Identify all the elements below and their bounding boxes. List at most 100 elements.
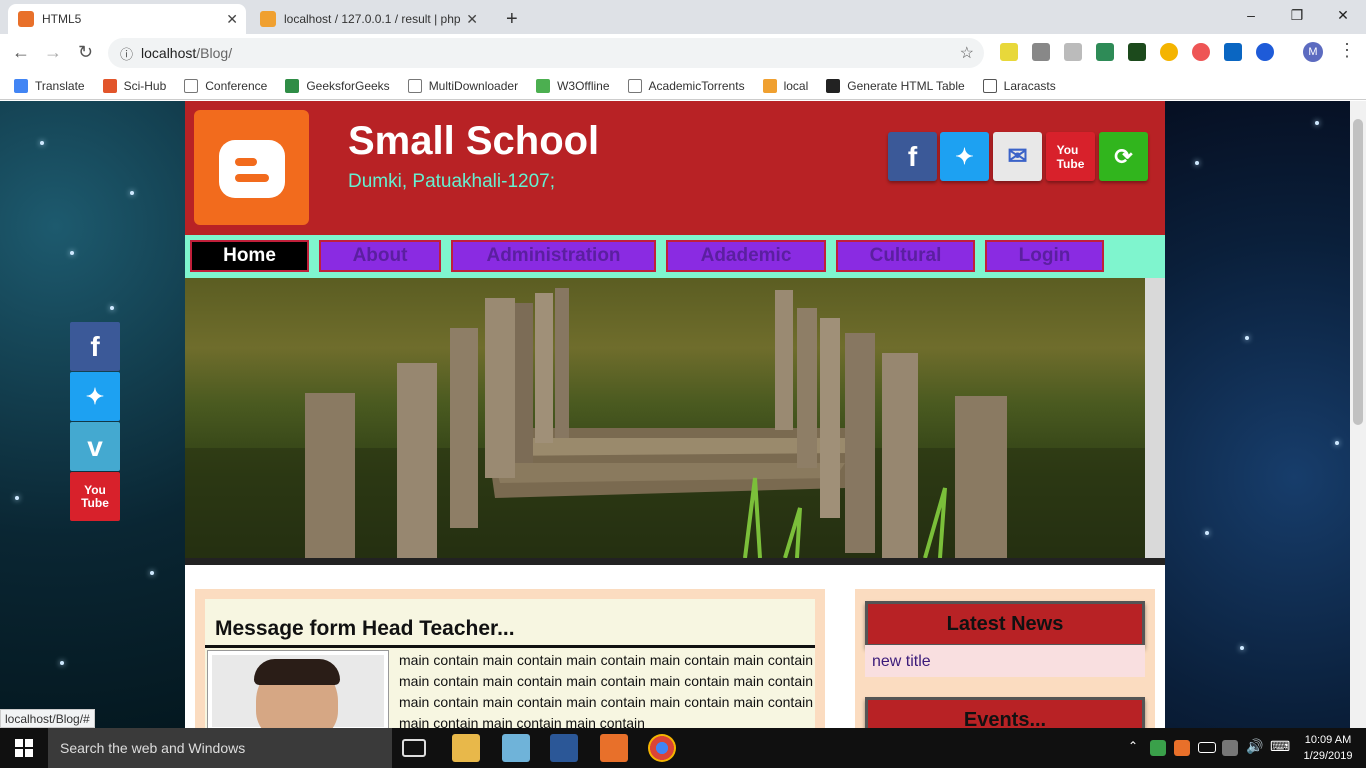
bookmark-label: Sci-Hub	[123, 78, 167, 93]
bookmark-scihub[interactable]: Sci-Hub	[102, 78, 167, 93]
bookmark-multidownloader[interactable]: MultiDownloader	[407, 78, 518, 93]
app-icon[interactable]	[502, 734, 530, 762]
taskbar-search[interactable]: Search the web and Windows	[48, 728, 392, 768]
site-page: Small School Dumki, Patuakhali-1207; f ✦…	[185, 101, 1165, 728]
sidebar: Latest News new title Events...	[855, 589, 1155, 728]
tray-icon[interactable]	[1150, 740, 1166, 756]
reload-icon[interactable]: ↻	[78, 42, 93, 63]
chrome-icon[interactable]	[648, 734, 676, 762]
logo-shape	[219, 140, 285, 198]
scrollbar-thumb[interactable]	[1353, 119, 1363, 425]
nav-login[interactable]: Login	[985, 240, 1104, 272]
vimeo-icon[interactable]: v	[70, 422, 120, 471]
close-icon[interactable]: ✕	[226, 11, 238, 28]
nav-about[interactable]: About	[319, 240, 441, 272]
maximize-icon[interactable]: ❐	[1274, 0, 1320, 30]
linkedin-extension-icon[interactable]	[1224, 43, 1242, 61]
bg-node	[1335, 441, 1339, 445]
facebook-icon[interactable]: f	[70, 322, 120, 371]
extension-icon[interactable]	[1192, 43, 1210, 61]
tab-html5[interactable]: HTML5 ✕	[8, 4, 246, 34]
youtube-icon[interactable]: You Tube	[70, 472, 120, 521]
bookmark-conference[interactable]: Conference	[184, 78, 267, 93]
bg-node	[1315, 121, 1319, 125]
facebook-icon[interactable]: f	[888, 132, 937, 181]
hair-shape	[254, 659, 340, 685]
windows-start-icon[interactable]	[0, 728, 48, 768]
xampp-icon[interactable]	[600, 734, 628, 762]
close-window-icon[interactable]: ✕	[1320, 0, 1366, 30]
divider	[205, 645, 815, 648]
bookmark-laracasts[interactable]: Laracasts	[982, 78, 1056, 93]
clock-date: 1/29/2019	[1303, 750, 1353, 762]
new-tab-button[interactable]: +	[496, 4, 526, 34]
chat-extension-icon[interactable]	[1256, 43, 1274, 61]
file-explorer-icon[interactable]	[452, 734, 480, 762]
email-icon[interactable]: ✉	[993, 132, 1042, 181]
chevron-up-icon[interactable]: ⌃	[1128, 739, 1138, 753]
message-panel: Message form Head Teacher... main contai…	[205, 599, 815, 728]
back-arrow-icon[interactable]: ←	[12, 42, 30, 63]
profile-avatar[interactable]: M	[1303, 42, 1323, 62]
extension-icon[interactable]	[1064, 43, 1082, 61]
logo-line	[235, 174, 269, 182]
nav-home[interactable]: Home	[190, 240, 309, 272]
task-view-icon[interactable]	[402, 739, 426, 757]
bookmark-local[interactable]: local	[762, 78, 808, 93]
bookmark-academictorrents[interactable]: AcademicTorrents	[627, 78, 745, 93]
close-icon[interactable]: ✕	[466, 11, 478, 28]
twitter-icon[interactable]: ✦	[940, 132, 989, 181]
windows-logo	[15, 739, 33, 757]
forward-arrow-icon[interactable]: →	[44, 42, 62, 63]
bg-node	[60, 661, 64, 665]
scihub-icon	[102, 78, 117, 93]
slider-scrollbar[interactable]	[1145, 278, 1165, 558]
extension-icon[interactable]	[1000, 43, 1018, 61]
news-item[interactable]: new title	[865, 645, 1145, 677]
info-icon[interactable]: ⓘ	[120, 44, 133, 63]
share-icon[interactable]: ⟳	[1099, 132, 1148, 181]
latest-news-heading: Latest News	[865, 601, 1145, 647]
extension-icon[interactable]	[1032, 43, 1050, 61]
site-subtitle: Dumki, Patuakhali-1207;	[348, 171, 555, 192]
page-viewport: Small School Dumki, Patuakhali-1207; f ✦…	[0, 101, 1350, 728]
bookmark-label: Laracasts	[1003, 78, 1056, 93]
background-network-right	[1165, 101, 1350, 728]
word-icon[interactable]	[550, 734, 578, 762]
tab-phpmyadmin[interactable]: localhost / 127.0.0.1 / result | php ✕	[250, 4, 486, 34]
volume-icon[interactable]: 🔊	[1246, 738, 1263, 755]
blogger-logo-icon[interactable]	[194, 110, 309, 225]
bg-node	[130, 191, 134, 195]
bookmark-label: GeeksforGeeks	[306, 78, 390, 93]
twitter-icon[interactable]: ✦	[70, 372, 120, 421]
new-tab-label: +	[506, 7, 518, 30]
keyboard-icon[interactable]: ⌨	[1270, 738, 1290, 755]
tray-icon[interactable]	[1174, 740, 1190, 756]
head-teacher-message-section: Message form Head Teacher... main contai…	[195, 589, 825, 728]
page-scrollbar[interactable]	[1350, 101, 1366, 728]
bookmark-geeksforgeeks[interactable]: GeeksforGeeks	[285, 78, 390, 93]
minimize-icon[interactable]: –	[1228, 0, 1274, 30]
nav-cultural[interactable]: Cultural	[836, 240, 975, 272]
hero-image-old-dock	[185, 278, 1145, 558]
dock-illustration	[185, 288, 1145, 558]
gfg-extension-icon[interactable]	[1128, 43, 1146, 61]
bookmark-label: W3Offline	[557, 78, 610, 93]
network-icon[interactable]	[1222, 740, 1238, 756]
clock-time: 10:09 AM	[1304, 734, 1352, 746]
bookmark-translate[interactable]: Translate	[14, 78, 85, 93]
bookmark-generate-html-table[interactable]: Generate HTML Table	[826, 78, 965, 93]
battery-icon[interactable]	[1198, 742, 1216, 753]
taskbar-clock[interactable]: 10:09 AM 1/29/2019	[1296, 732, 1360, 764]
extension-icon[interactable]	[1160, 43, 1178, 61]
page-icon	[407, 78, 422, 93]
nav-administration[interactable]: Administration	[451, 240, 656, 272]
youtube-icon[interactable]: You Tube	[1046, 132, 1095, 181]
bookmark-w3offline[interactable]: W3Offline	[536, 78, 610, 93]
menu-dots-icon[interactable]: ⋮	[1338, 40, 1356, 61]
url-bar[interactable]: ⓘ localhost/Blog/ ☆	[108, 38, 984, 68]
bookmark-star-icon[interactable]: ☆	[960, 43, 974, 63]
w3-icon	[536, 78, 551, 93]
extension-icon[interactable]	[1096, 43, 1114, 61]
nav-academic[interactable]: Adademic	[666, 240, 826, 272]
